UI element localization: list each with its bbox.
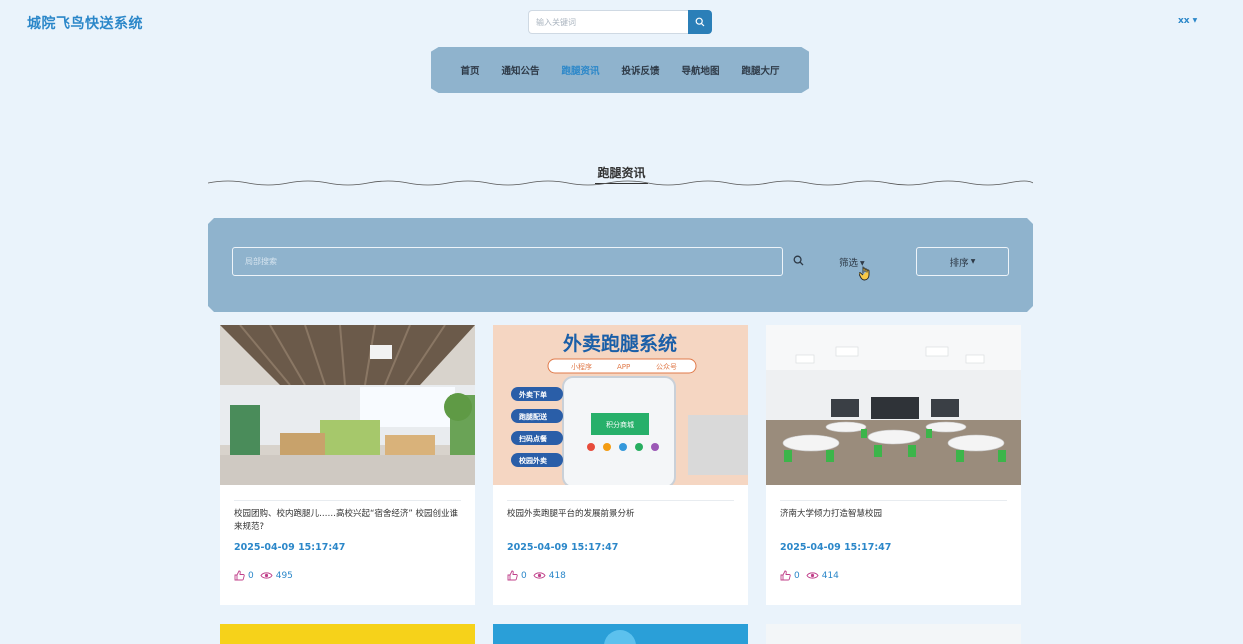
eye-icon	[260, 572, 273, 579]
nav-item-feedback[interactable]: 投诉反馈	[622, 63, 660, 77]
news-card-partial[interactable]	[493, 624, 748, 644]
news-card-partial[interactable]	[220, 624, 475, 644]
nav-item-home[interactable]: 首页	[460, 63, 479, 77]
local-search-input[interactable]	[232, 247, 783, 276]
user-menu[interactable]: xx ▼	[1178, 16, 1197, 26]
search-icon[interactable]	[793, 255, 804, 266]
news-card[interactable]: 外卖跑腿系统 小程序 APP 公众号 积分商城 外卖下单 跑腿配送 扫码点餐 校…	[493, 325, 748, 605]
promo-tag: APP	[617, 363, 630, 371]
caret-down-icon: ▼	[1192, 17, 1198, 24]
promo-feature: 校园外卖	[519, 456, 547, 465]
news-card[interactable]: 校园团购、校内跑腿儿……高校兴起“宿舍经济” 校园创业谁来规范? 2025-04…	[220, 325, 475, 605]
news-card-image	[766, 624, 1021, 644]
thumbs-up-icon[interactable]	[234, 570, 245, 581]
site-logo[interactable]: 城院飞鸟快送系统	[27, 13, 143, 33]
sort-label: 排序	[949, 257, 969, 269]
news-card-title[interactable]: 济南大学倾力打造智慧校园	[780, 508, 1007, 521]
nav-item-errand-hall[interactable]: 跑腿大厅	[742, 63, 780, 77]
eye-icon	[806, 572, 819, 579]
promo-feature: 外卖下单	[519, 390, 547, 399]
news-card-image	[220, 624, 475, 644]
promo-tag: 小程序	[571, 362, 592, 371]
like-count: 0	[794, 570, 800, 581]
filter-panel: 筛选 ▼ 排序▼	[208, 218, 1033, 312]
global-search-button[interactable]	[688, 10, 712, 34]
card-divider	[234, 500, 461, 501]
user-name: xx	[1178, 16, 1190, 26]
global-search	[528, 10, 712, 34]
errand-system-promo-image: 外卖跑腿系统 小程序 APP 公众号 积分商城 外卖下单 跑腿配送 扫码点餐 校…	[493, 325, 748, 485]
like-count: 0	[248, 570, 254, 581]
promo-feature: 跑腿配送	[519, 412, 548, 421]
nav-item-news[interactable]: 跑腿资讯	[561, 63, 599, 77]
promo-screen-label: 积分商城	[606, 420, 634, 429]
global-search-input[interactable]	[528, 10, 688, 34]
main-nav: 首页 通知公告 跑腿资讯 投诉反馈 导航地图 跑腿大厅	[431, 47, 809, 93]
news-card-image[interactable]	[766, 325, 1021, 485]
caret-down-icon: ▼	[970, 258, 976, 265]
campus-hall-image	[220, 325, 475, 485]
search-icon	[695, 17, 705, 27]
eye-icon	[533, 572, 546, 579]
promo-tag: 公众号	[656, 363, 677, 371]
news-card-stats: 0 418	[507, 570, 566, 581]
news-card-title[interactable]: 校园团购、校内跑腿儿……高校兴起“宿舍经济” 校园创业谁来规范?	[234, 508, 461, 534]
news-card-date: 2025-04-09 15:17:47	[780, 542, 892, 553]
news-card-image	[493, 624, 748, 644]
news-card[interactable]: 济南大学倾力打造智慧校园 2025-04-09 15:17:47 0 414	[766, 325, 1021, 605]
nav-item-map[interactable]: 导航地图	[682, 63, 720, 77]
hand-pointer-cursor-icon	[859, 265, 872, 281]
wave-divider	[208, 180, 1033, 186]
smart-classroom-image	[766, 325, 1021, 485]
news-card-date: 2025-04-09 15:17:47	[507, 542, 619, 553]
news-card-image[interactable]: 外卖跑腿系统 小程序 APP 公众号 积分商城 外卖下单 跑腿配送 扫码点餐 校…	[493, 325, 748, 485]
sort-dropdown[interactable]: 排序 ▼	[916, 247, 1009, 276]
view-count: 418	[548, 570, 566, 581]
promo-feature: 扫码点餐	[519, 434, 548, 443]
news-card-image[interactable]	[220, 325, 475, 485]
thumbs-up-icon[interactable]	[780, 570, 791, 581]
filter-label: 筛选	[839, 258, 859, 269]
promo-headline: 外卖跑腿系统	[563, 332, 677, 355]
news-card-stats: 0 495	[234, 570, 293, 581]
like-count: 0	[521, 570, 527, 581]
news-card-partial[interactable]	[766, 624, 1021, 644]
thumbs-up-icon[interactable]	[507, 570, 518, 581]
news-card-date: 2025-04-09 15:17:47	[234, 542, 346, 553]
news-card-stats: 0 414	[780, 570, 839, 581]
card-divider	[507, 500, 734, 501]
view-count: 414	[821, 570, 839, 581]
card-divider	[780, 500, 1007, 501]
news-card-title[interactable]: 校园外卖跑腿平台的发展前景分析	[507, 508, 734, 521]
view-count: 495	[275, 570, 293, 581]
nav-item-notices[interactable]: 通知公告	[501, 63, 539, 77]
